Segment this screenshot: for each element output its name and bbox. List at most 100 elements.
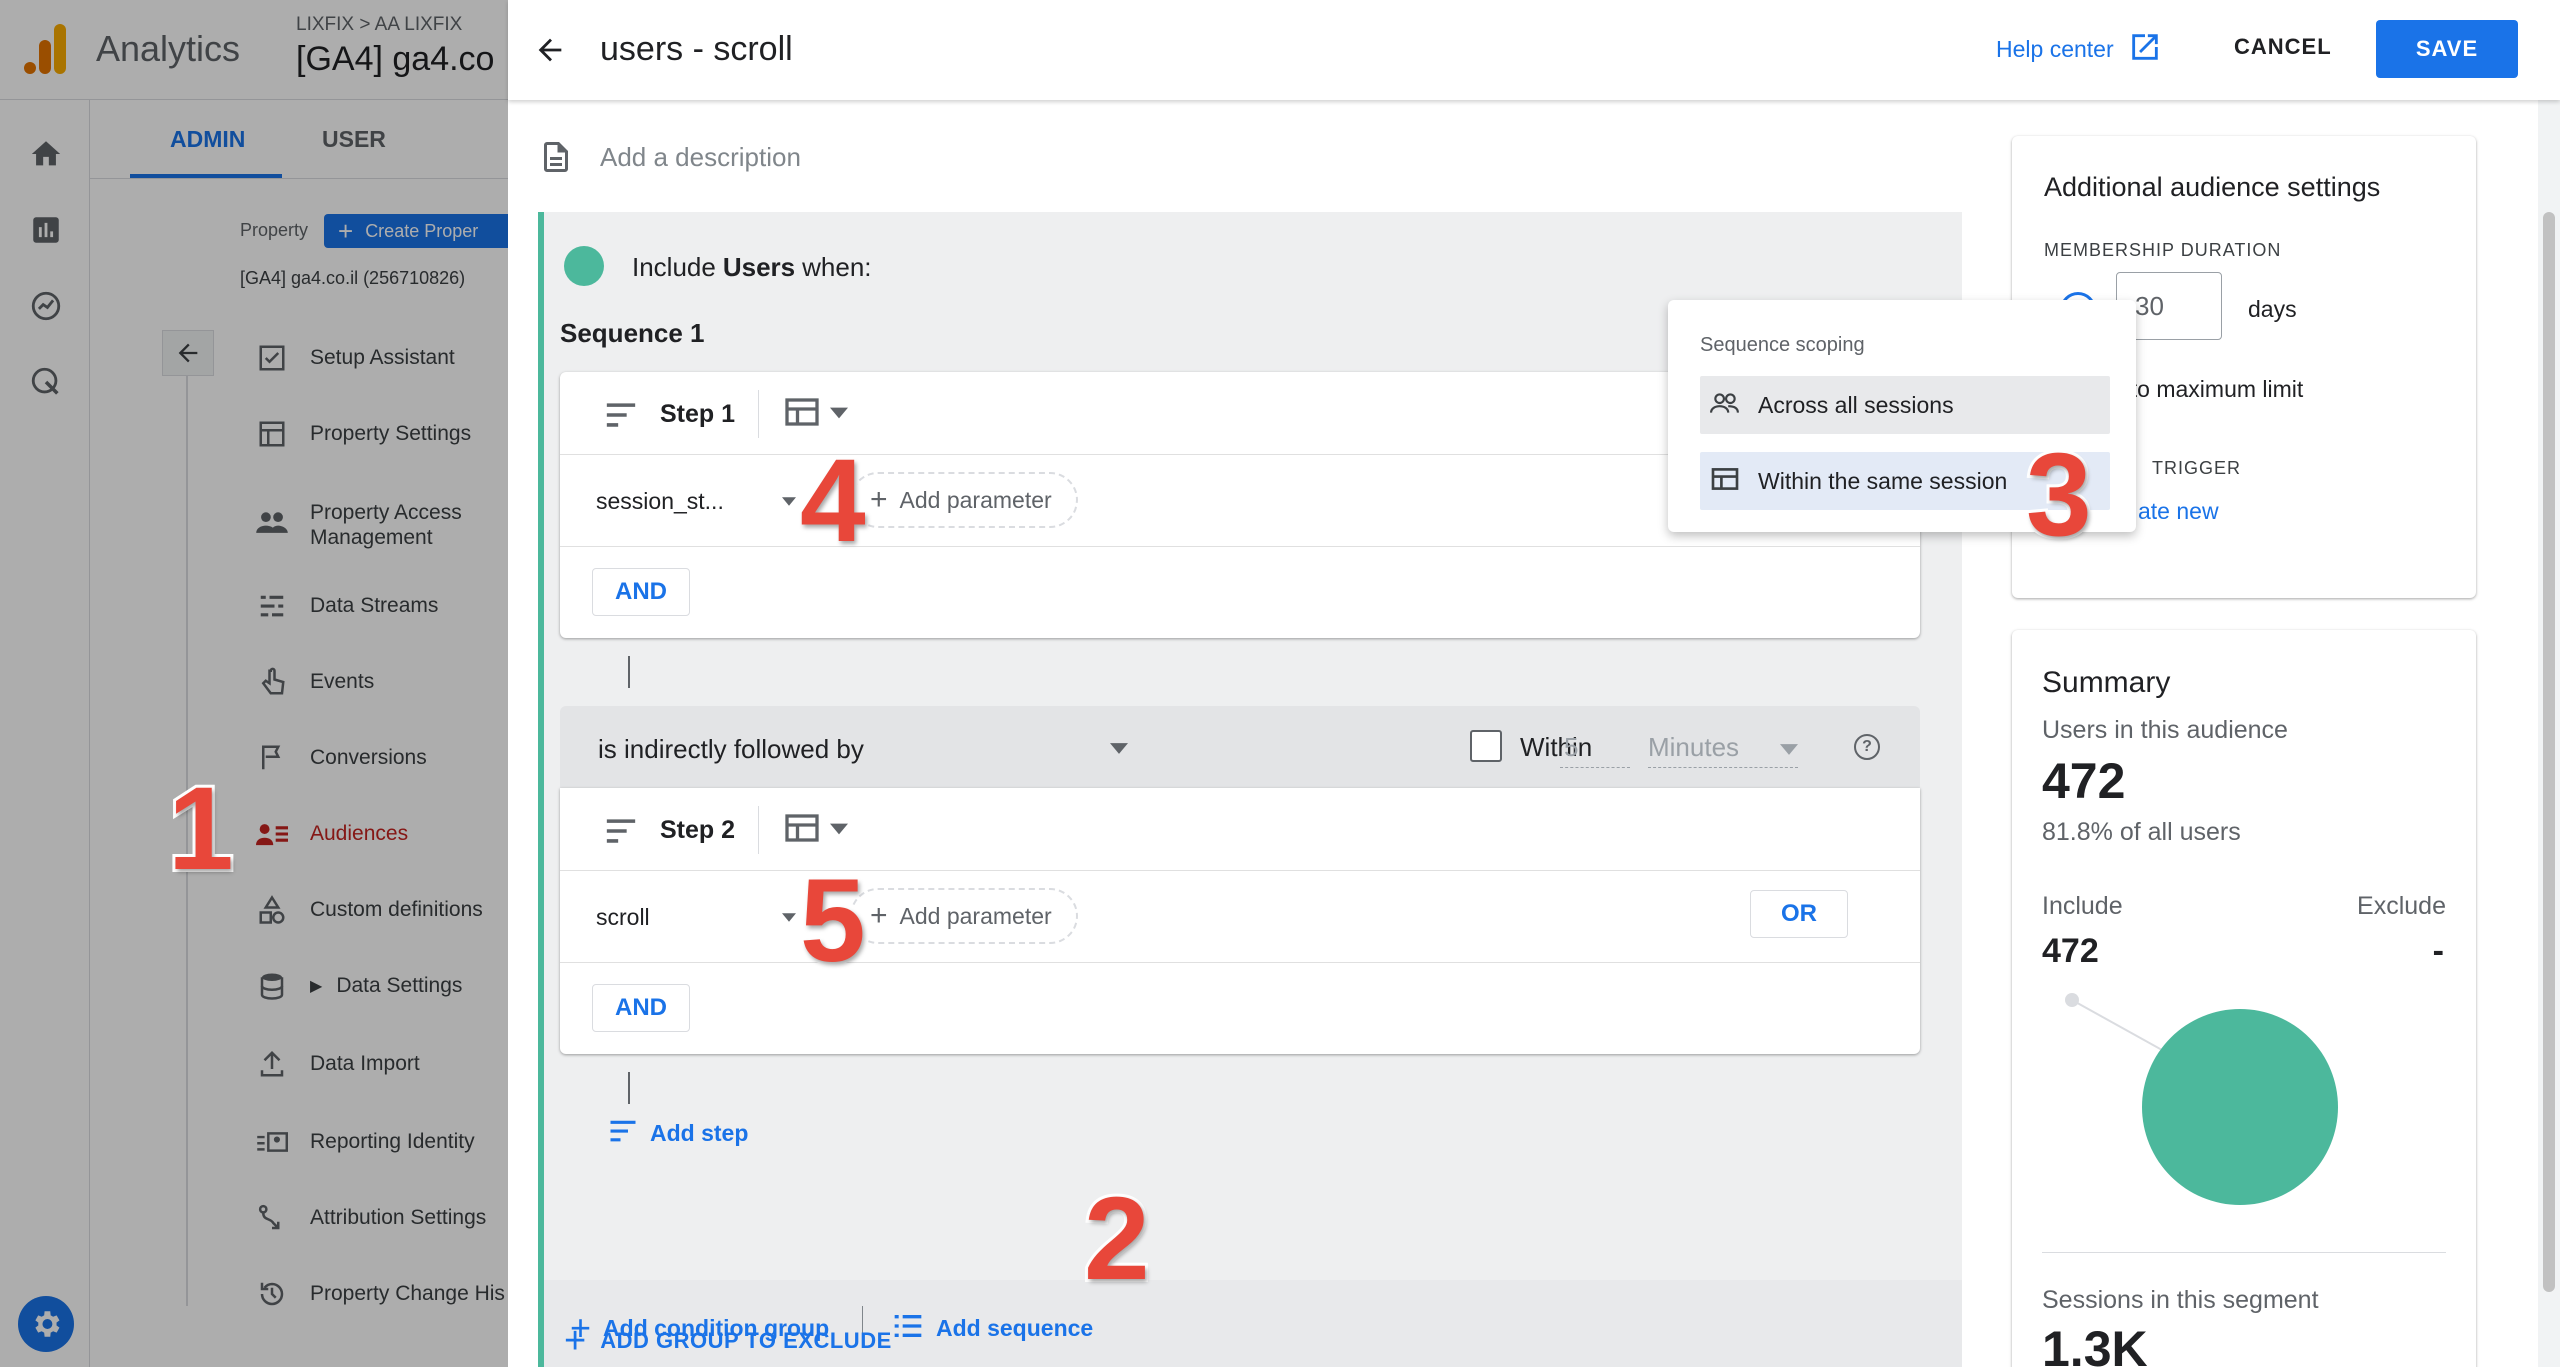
include-subject-dropdown[interactable]: Users	[723, 252, 795, 283]
upload-icon	[254, 1046, 290, 1082]
chevron-down-icon	[1110, 741, 1128, 759]
audiences-icon	[254, 816, 290, 852]
create-new-link[interactable]: ate new	[2138, 498, 2219, 525]
sidebar-item-data-settings[interactable]: ▶ Data Settings	[310, 956, 462, 1016]
app-name: Analytics	[96, 28, 241, 69]
sidebar-item-data-settings-label: Data Settings	[336, 974, 463, 997]
dialog-title[interactable]: users - scroll	[600, 30, 793, 69]
explore-icon[interactable]	[26, 286, 66, 326]
plus-icon: +	[870, 483, 888, 516]
step-1-event-select[interactable]: session_st...	[596, 488, 796, 515]
add-sequence-label: Add sequence	[936, 1315, 1094, 1341]
include-prefix: Include	[632, 252, 716, 282]
include-heading: Include Users when:	[632, 252, 872, 283]
identity-icon	[254, 1124, 290, 1160]
property-title[interactable]: [GA4] ga4.co	[296, 40, 494, 79]
touch-icon	[254, 664, 290, 700]
add-group-to-exclude-button[interactable]: + ADD GROUP TO EXCLUDE	[564, 1322, 892, 1360]
audience-pie-chart	[2065, 993, 2338, 1205]
attribution-icon	[254, 1200, 290, 1236]
tab-user[interactable]: USER	[322, 126, 386, 153]
back-arrow-icon[interactable]	[528, 28, 572, 72]
step-2-card: Step 2 scroll + Add parameter OR AND	[560, 788, 1920, 1054]
step-2-scope-dropdown[interactable]	[784, 812, 848, 849]
help-center-link[interactable]: Help center	[1996, 30, 2162, 69]
settings-title: Additional audience settings	[2044, 172, 2381, 202]
include-count: 472	[2042, 932, 2099, 970]
step-1-event-name: session_st...	[596, 488, 724, 514]
within-checkbox[interactable]	[1470, 730, 1502, 762]
annotation-3: 3	[2023, 429, 2095, 561]
cancel-button[interactable]: CANCEL	[2234, 34, 2332, 60]
chevron-down-icon	[1780, 732, 1798, 760]
checkbox-icon	[254, 340, 290, 376]
step-1-divider	[758, 390, 759, 438]
chevron-down-icon	[830, 822, 848, 840]
description-input[interactable]: Add a description	[600, 142, 1400, 173]
add-parameter-label: Add parameter	[899, 902, 1052, 929]
include-dot-icon	[564, 246, 604, 286]
back-arrow-icon[interactable]	[162, 330, 214, 376]
include-suffix: when:	[802, 252, 872, 282]
sequence-connector	[628, 1072, 630, 1104]
add-sequence-button[interactable]: Add sequence	[892, 1312, 1093, 1345]
home-icon[interactable]	[26, 134, 66, 174]
history-icon	[254, 1276, 290, 1312]
duration-unit: days	[2248, 296, 2297, 322]
step-2-add-parameter-chip[interactable]: + Add parameter	[850, 888, 1078, 944]
trigger-label: TRIGGER	[2152, 458, 2242, 478]
help-icon[interactable]: ?	[1854, 734, 1880, 760]
breadcrumb[interactable]: LIXFIX > AA LIXFIX	[296, 14, 462, 36]
followed-by-select[interactable]: is indirectly followed by	[598, 734, 1128, 765]
step-2-and-button[interactable]: AND	[592, 984, 690, 1032]
advertising-icon[interactable]	[26, 362, 66, 402]
scope-option-across-sessions[interactable]: Across all sessions	[1700, 376, 2110, 434]
scrollbar-thumb[interactable]	[2543, 212, 2555, 1292]
exclude-label: Exclude	[2357, 892, 2446, 920]
sidebar-item-custom-definitions[interactable]: Custom definitions	[310, 880, 483, 940]
sidebar-item-audiences[interactable]: Audiences	[310, 804, 408, 864]
annotation-1: 1	[165, 763, 237, 895]
sidebar-item-data-streams[interactable]: Data Streams	[310, 576, 438, 636]
reports-icon[interactable]	[26, 210, 66, 250]
tabs-divider	[90, 178, 510, 179]
add-group-to-exclude-label: ADD GROUP TO EXCLUDE	[600, 1328, 892, 1353]
sessions-label: Sessions in this segment	[2042, 1286, 2319, 1314]
property-name[interactable]: [GA4] ga4.co.il (256710826)	[240, 268, 465, 289]
dialog-scrollbar[interactable]	[2538, 100, 2560, 1367]
shapes-icon	[254, 892, 290, 928]
analytics-logo-icon	[24, 24, 68, 74]
sidebar-item-property-settings[interactable]: Property Settings	[310, 404, 471, 464]
step-2-or-button[interactable]: OR	[1750, 890, 1848, 938]
step-1-and-button[interactable]: AND	[592, 568, 690, 616]
create-property-label: Create Proper	[365, 220, 479, 241]
save-button[interactable]: SAVE	[2376, 20, 2518, 78]
step-1-add-parameter-chip[interactable]: + Add parameter	[850, 472, 1078, 528]
sidebar-item-attribution-settings[interactable]: Attribution Settings	[310, 1188, 486, 1248]
add-step-icon	[608, 1118, 638, 1149]
summary-divider	[2042, 1252, 2446, 1253]
step-2-event-select[interactable]: scroll	[596, 904, 796, 931]
sessions-count: 1.3K	[2042, 1321, 2148, 1367]
max-limit-label[interactable]: t to maximum limit	[2118, 376, 2303, 403]
sidebar-item-events[interactable]: Events	[310, 652, 374, 712]
add-step-button[interactable]: Add step	[608, 1118, 748, 1149]
summary-card: Summary Users in this audience 472 81.8%…	[2012, 630, 2476, 1367]
settings-box-icon	[254, 416, 290, 452]
add-parameter-label: Add parameter	[899, 486, 1052, 513]
admin-gear-icon[interactable]	[18, 1296, 74, 1352]
within-value-input[interactable]: 5	[1560, 732, 1630, 768]
step-1-row-divider	[560, 546, 1920, 547]
within-unit-select[interactable]: Minutes	[1648, 732, 1798, 768]
sidebar-item-conversions[interactable]: Conversions	[310, 728, 427, 788]
sidebar-item-reporting-identity[interactable]: Reporting Identity	[310, 1112, 475, 1172]
sidebar-item-setup-assistant[interactable]: Setup Assistant	[310, 328, 455, 388]
sidebar-item-data-import[interactable]: Data Import	[310, 1034, 420, 1094]
step-1-scope-dropdown[interactable]	[784, 396, 848, 433]
sidebar-item-property-access-label: Property Access Management	[310, 501, 462, 549]
scoping-menu-header: Sequence scoping	[1700, 334, 1865, 356]
sidebar-item-property-change-history[interactable]: Property Change His	[310, 1264, 505, 1324]
sidebar-item-property-access[interactable]: Property Access Management	[310, 490, 510, 560]
tab-admin[interactable]: ADMIN	[170, 126, 245, 153]
create-property-button[interactable]: + Create Proper	[324, 214, 510, 248]
